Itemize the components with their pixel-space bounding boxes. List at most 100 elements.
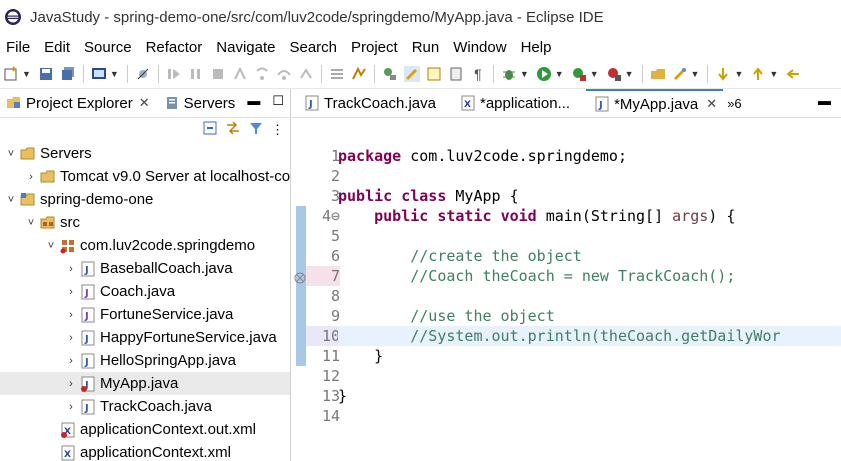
code-line[interactable]: package com.luv2code.springdemo; xyxy=(338,146,841,166)
chevron-down-icon[interactable]: ˅ xyxy=(44,240,58,252)
chevron-right-icon[interactable]: › xyxy=(64,401,78,413)
new-class-dropdown-icon[interactable]: ▼ xyxy=(691,69,700,79)
chevron-right-icon[interactable]: › xyxy=(64,286,78,298)
menu-search[interactable]: Search xyxy=(283,39,345,56)
tab-myapp-java[interactable]: J *MyApp.java ✕ xyxy=(586,89,724,117)
minimize-icon[interactable]: ▬ xyxy=(247,93,260,109)
tab-overflow-button[interactable]: »6 xyxy=(723,96,745,111)
tree-item[interactable]: › J TrackCoach.java xyxy=(0,395,290,418)
tree-item[interactable]: › J FortuneService.java xyxy=(0,303,290,326)
code-line[interactable]: //use the object xyxy=(338,306,841,326)
chevron-down-icon[interactable]: ˅ xyxy=(4,194,18,206)
tree-item[interactable]: ˅ com.luv2code.springdemo xyxy=(0,234,290,257)
tree-item[interactable]: XapplicationContext.xml xyxy=(0,441,290,461)
step-return-icon[interactable] xyxy=(298,66,314,82)
menu-project[interactable]: Project xyxy=(345,39,406,56)
previous-annotation-icon[interactable] xyxy=(750,66,766,82)
chevron-down-icon[interactable]: ˅ xyxy=(24,217,38,229)
menu-refactor[interactable]: Refactor xyxy=(140,39,211,56)
block-selection-icon[interactable] xyxy=(426,66,442,82)
tab-trackcoach-java[interactable]: J TrackCoach.java xyxy=(296,89,442,117)
word-wrap-icon[interactable] xyxy=(448,66,464,82)
save-all-icon[interactable] xyxy=(60,66,76,82)
terminal-icon[interactable] xyxy=(91,66,107,82)
code-line[interactable] xyxy=(338,286,841,306)
code-line[interactable]: //create the object xyxy=(338,246,841,266)
skip-breakpoints-icon[interactable] xyxy=(135,66,151,82)
menu-navigate[interactable]: Navigate xyxy=(210,39,283,56)
tree-item[interactable]: ˅ Servers xyxy=(0,142,290,165)
minimize-icon[interactable]: ▬ xyxy=(818,93,831,108)
save-icon[interactable] xyxy=(38,66,54,82)
tab-servers[interactable]: Servers xyxy=(158,89,240,117)
coverage-dropdown-icon[interactable]: ▼ xyxy=(590,69,599,79)
tree-item[interactable]: › Tomcat v9.0 Server at localhost-co xyxy=(0,165,290,188)
chevron-right-icon[interactable]: › xyxy=(64,378,78,390)
show-whitespace-icon[interactable]: ¶ xyxy=(470,66,486,82)
use-step-filters-icon[interactable] xyxy=(351,66,367,82)
filter-icon[interactable] xyxy=(249,121,263,140)
view-menu-icon[interactable]: ⋮ xyxy=(271,122,284,138)
resume-icon[interactable] xyxy=(166,66,182,82)
menu-file[interactable]: File xyxy=(0,39,38,56)
terminate-icon[interactable] xyxy=(210,66,226,82)
tab-project-explorer[interactable]: Project Explorer ✕ xyxy=(0,89,154,117)
code-line[interactable] xyxy=(338,166,841,186)
code-line[interactable]: } xyxy=(338,386,841,406)
chevron-right-icon[interactable]: › xyxy=(64,332,78,344)
menu-window[interactable]: Window xyxy=(447,39,514,56)
chevron-down-icon[interactable]: ˅ xyxy=(4,148,18,160)
link-with-editor-icon[interactable] xyxy=(225,120,241,140)
tree-item[interactable]: XapplicationContext.out.xml xyxy=(0,418,290,441)
tree-item[interactable]: › J MyApp.java xyxy=(0,372,290,395)
chevron-right-icon[interactable]: › xyxy=(64,263,78,275)
debug-dropdown-icon[interactable]: ▼ xyxy=(520,69,529,79)
maximize-icon[interactable]: ☐ xyxy=(272,93,284,109)
menu-source[interactable]: Source xyxy=(78,39,140,56)
code-line[interactable]: //System.out.println(theCoach.getDailyWo… xyxy=(338,326,841,346)
code-line[interactable]: public static void main(String[] args) { xyxy=(338,206,841,226)
chevron-right-icon[interactable]: › xyxy=(64,355,78,367)
tree-item[interactable]: › J HelloSpringApp.java xyxy=(0,349,290,372)
tree-item[interactable]: ˅ spring-demo-one xyxy=(0,188,290,211)
next-annotation-icon[interactable] xyxy=(715,66,731,82)
suspend-icon[interactable] xyxy=(188,66,204,82)
chevron-right-icon[interactable]: › xyxy=(64,309,78,321)
menu-help[interactable]: Help xyxy=(515,39,560,56)
code-line[interactable]: //Coach theCoach = new TrackCoach(); xyxy=(338,266,841,286)
terminal-dropdown-icon[interactable]: ▼ xyxy=(110,69,119,79)
tree-item[interactable]: › J HappyFortuneService.java xyxy=(0,326,290,349)
tree-item[interactable]: ˅ src xyxy=(0,211,290,234)
chevron-right-icon[interactable]: › xyxy=(24,171,38,183)
run-icon[interactable] xyxy=(536,66,552,82)
disconnect-icon[interactable] xyxy=(232,66,248,82)
menu-run[interactable]: Run xyxy=(406,39,448,56)
code-line[interactable]: public class MyApp { xyxy=(338,186,841,206)
last-edit-location-icon[interactable] xyxy=(785,66,801,82)
debug-icon[interactable] xyxy=(501,66,517,82)
external-tools-dropdown-icon[interactable]: ▼ xyxy=(625,69,634,79)
collapse-all-icon[interactable] xyxy=(203,121,217,140)
menu-edit[interactable]: Edit xyxy=(38,39,78,56)
new-icon[interactable] xyxy=(3,66,19,82)
step-into-icon[interactable] xyxy=(254,66,270,82)
next-annotation-dropdown-icon[interactable]: ▼ xyxy=(734,69,743,79)
coverage-icon[interactable] xyxy=(571,66,587,82)
previous-annotation-dropdown-icon[interactable]: ▼ xyxy=(769,69,778,79)
tree-item[interactable]: › J Coach.java xyxy=(0,280,290,303)
code-editor[interactable]: 1 2 3 4⊖ 5 6 7 8 9 10 11 12 13 14 package com.luv2cod… xyxy=(292,118,841,461)
new-dropdown-icon[interactable]: ▼ xyxy=(22,69,31,79)
warning-marker-icon[interactable] xyxy=(294,269,306,289)
drop-to-frame-icon[interactable] xyxy=(329,66,345,82)
tree-item[interactable]: › J BaseballCoach.java xyxy=(0,257,290,280)
mark-occurrences-icon[interactable] xyxy=(403,66,420,82)
external-tools-icon[interactable] xyxy=(606,66,622,82)
code-line[interactable]: } xyxy=(338,346,841,366)
new-java-class-icon[interactable] xyxy=(672,66,688,82)
code-line[interactable] xyxy=(338,366,841,386)
tab-applicationcontext-xml[interactable]: X *application... xyxy=(452,89,576,117)
code-line[interactable] xyxy=(338,406,841,426)
close-icon[interactable]: ✕ xyxy=(706,96,717,112)
toggle-breadcrumb-icon[interactable] xyxy=(382,66,398,82)
code-line[interactable] xyxy=(338,226,841,246)
